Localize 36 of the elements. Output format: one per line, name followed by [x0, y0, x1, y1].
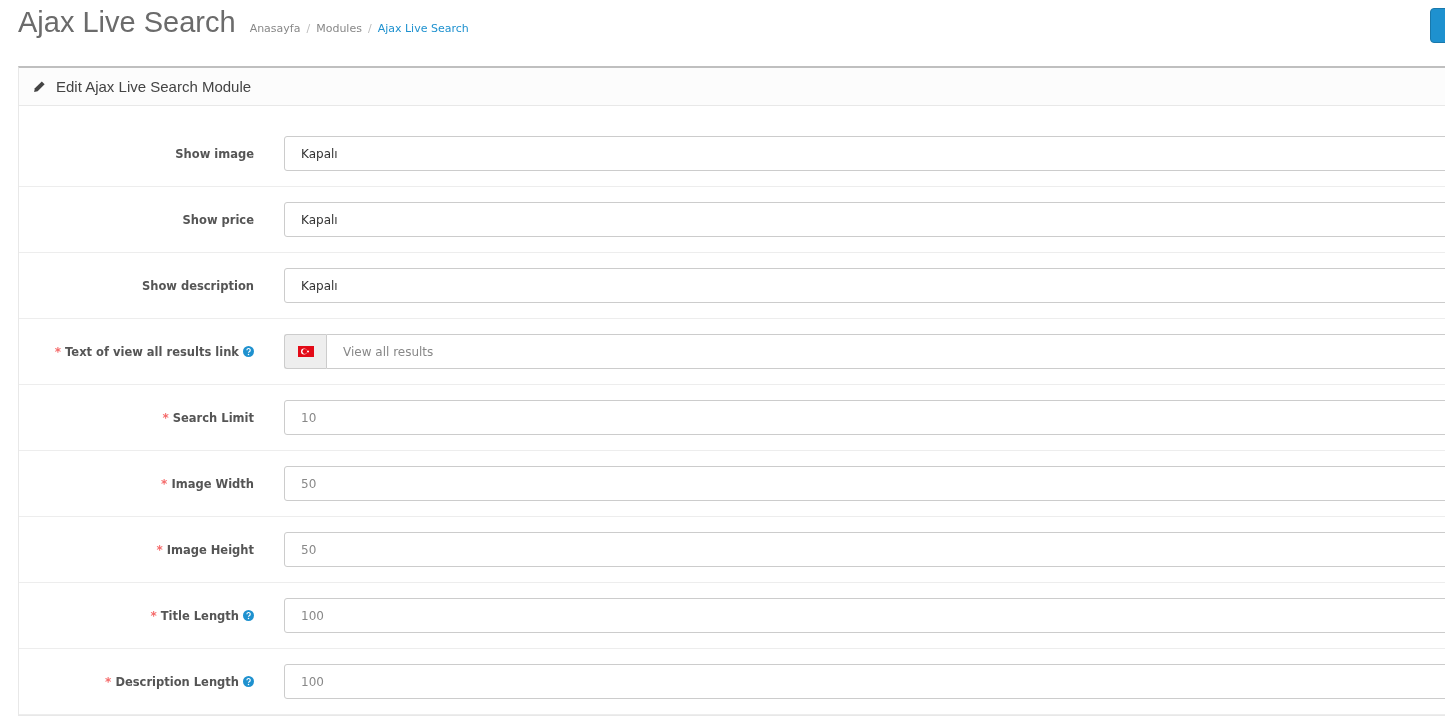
field-label: Search Limit — [172, 410, 254, 425]
breadcrumb-separator: / — [367, 22, 372, 35]
input-field[interactable]: View all results — [326, 334, 1445, 369]
panel-title: Edit Ajax Live Search Module — [56, 78, 252, 95]
help-icon[interactable] — [243, 610, 254, 621]
select-field[interactable]: Kapalı — [284, 268, 1445, 303]
field-label: Description Length — [115, 674, 239, 689]
required-mark: * — [150, 608, 157, 623]
flag-icon — [297, 346, 314, 357]
breadcrumb-link[interactable]: Ajax Live Search — [377, 22, 469, 35]
field-label: Show image — [175, 146, 254, 161]
input-field[interactable]: 50 — [284, 466, 1445, 501]
breadcrumb-link[interactable]: Modules — [316, 22, 362, 35]
pencil-icon — [33, 80, 46, 93]
help-icon[interactable] — [243, 676, 254, 687]
breadcrumb-separator: / — [306, 22, 311, 35]
select-field[interactable]: Kapalı — [284, 202, 1445, 237]
required-mark: * — [105, 674, 112, 689]
input-field[interactable]: 100 — [284, 598, 1445, 633]
breadcrumb-link[interactable]: Anasayfa — [249, 22, 301, 35]
required-mark: * — [162, 410, 169, 425]
help-icon[interactable] — [243, 346, 254, 357]
field-label: Text of view all results link — [65, 344, 239, 359]
input-field[interactable]: 10 — [284, 400, 1445, 435]
page-title: Ajax Live Search — [18, 6, 236, 39]
input-field[interactable]: 100 — [284, 664, 1445, 699]
select-field[interactable]: Kapalı — [284, 136, 1445, 171]
required-mark: * — [156, 542, 163, 557]
required-mark: * — [54, 344, 62, 359]
field-label: Show description — [141, 278, 254, 293]
field-label: Show price — [182, 212, 254, 227]
field-label: Image Height — [166, 542, 254, 557]
field-label: Title Length — [160, 608, 239, 623]
required-mark: * — [161, 476, 168, 491]
field-label: Image Width — [171, 476, 254, 491]
input-field[interactable]: 50 — [284, 532, 1445, 567]
